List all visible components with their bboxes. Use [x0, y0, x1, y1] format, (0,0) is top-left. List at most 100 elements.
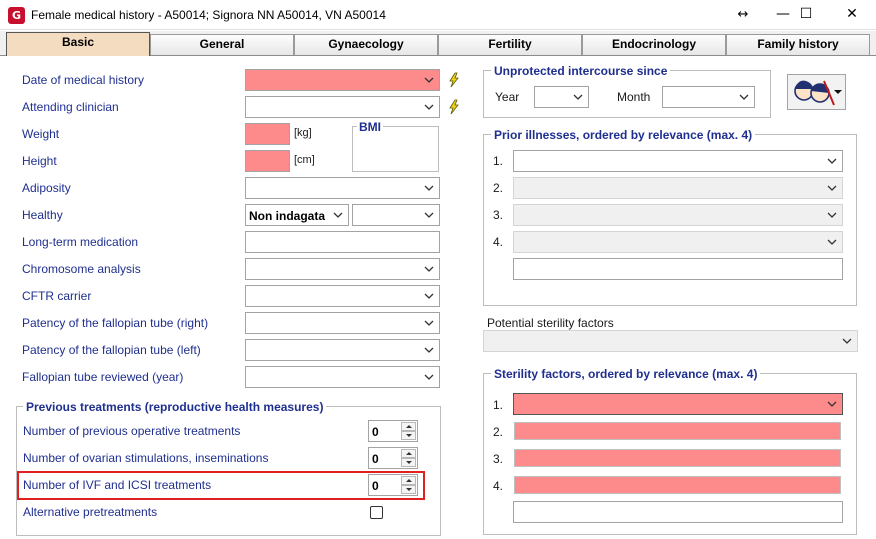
fallopian-reviewed-label: Fallopian tube reviewed (year): [22, 370, 184, 384]
spin-up-icon[interactable]: [401, 422, 416, 431]
close-button[interactable]: ✕: [829, 0, 875, 30]
fallopian-reviewed-select[interactable]: [245, 366, 440, 388]
prior-illness-1-select[interactable]: [513, 150, 843, 172]
potential-sterility-select[interactable]: [483, 330, 858, 352]
spin-down-icon[interactable]: [401, 458, 416, 467]
attending-clinician-select[interactable]: [245, 96, 440, 118]
chevron-down-icon: [571, 90, 585, 104]
prior-illness-number: 2.: [493, 181, 504, 195]
people-icon: [794, 80, 835, 106]
ovarian-stimulations-stepper[interactable]: 0: [368, 447, 418, 469]
height-unit: [cm]: [294, 154, 315, 166]
operative-treatments-stepper[interactable]: 0: [368, 420, 418, 442]
spin-up-icon[interactable]: [401, 449, 416, 458]
cftr-carrier-label: CFTR carrier: [22, 289, 92, 303]
chevron-down-icon: [422, 262, 436, 276]
year-select[interactable]: [534, 86, 589, 108]
chevron-down-icon: [825, 208, 839, 222]
prior-illness-number: 4.: [493, 235, 504, 249]
chromosome-analysis-select[interactable]: [245, 258, 440, 280]
prior-illness-number: 1.: [493, 154, 504, 168]
prior-illness-3-select[interactable]: [513, 204, 843, 226]
prior-illness-4-select[interactable]: [513, 231, 843, 253]
prior-illness-number: 3.: [493, 208, 504, 222]
sterility-factor-number: 4.: [493, 479, 504, 493]
attending-clinician-label: Attending clinician: [22, 100, 119, 114]
adiposity-label: Adiposity: [22, 181, 71, 195]
chevron-down-icon: [422, 73, 436, 87]
alternative-pretreatments-checkbox[interactable]: [370, 506, 383, 519]
chevron-down-icon: [422, 208, 436, 222]
window-title: Female medical history - A50014; Signora…: [31, 8, 386, 22]
family-tool-button[interactable]: [787, 74, 846, 110]
tab-bar: Basic General Gynaecology Fertility Endo…: [0, 31, 876, 56]
date-of-medical-history-label: Date of medical history: [22, 73, 145, 87]
healthy-label: Healthy: [22, 208, 63, 222]
spin-down-icon[interactable]: [401, 485, 416, 494]
tab-basic[interactable]: Basic: [6, 32, 150, 56]
tab-gynaecology[interactable]: Gynaecology: [294, 34, 438, 55]
sterility-factor-1-select[interactable]: [513, 393, 843, 415]
healthy-value: Non indagata: [249, 209, 326, 223]
chevron-down-icon: [422, 289, 436, 303]
chevron-down-icon: [422, 370, 436, 384]
ivf-icsi-label: Number of IVF and ICSI treatments: [23, 478, 212, 492]
app-logo-icon: G: [8, 7, 25, 24]
ovarian-stimulations-label: Number of ovarian stimulations, insemina…: [23, 451, 269, 465]
chevron-down-icon: [825, 154, 839, 168]
date-of-medical-history-field[interactable]: [245, 69, 440, 91]
sterility-factor-4-field[interactable]: [514, 476, 841, 494]
month-select[interactable]: [662, 86, 755, 108]
caret-down-icon[interactable]: [833, 89, 843, 95]
month-label: Month: [617, 90, 651, 104]
sterility-factor-number: 1.: [493, 398, 504, 412]
chevron-down-icon: [422, 316, 436, 330]
ivf-icsi-stepper[interactable]: 0: [368, 474, 418, 496]
tab-family-history[interactable]: Family history: [726, 34, 870, 55]
height-field[interactable]: [245, 150, 290, 172]
adiposity-select[interactable]: [245, 177, 440, 199]
chevron-down-icon: [331, 208, 345, 222]
chevron-down-icon: [825, 235, 839, 249]
tab-endocrinology[interactable]: Endocrinology: [582, 34, 726, 55]
spin-down-icon[interactable]: [401, 431, 416, 440]
flash-icon[interactable]: [446, 72, 462, 88]
operative-treatments-label: Number of previous operative treatments: [23, 424, 241, 438]
sterility-factor-2-field[interactable]: [514, 422, 841, 440]
sterility-factor-notes-field[interactable]: [513, 501, 843, 523]
tab-general[interactable]: General: [150, 34, 294, 55]
weight-unit: [kg]: [294, 127, 312, 139]
cftr-carrier-select[interactable]: [245, 285, 440, 307]
operative-treatments-value: 0: [372, 425, 379, 439]
ivf-icsi-value: 0: [372, 479, 379, 493]
weight-field[interactable]: [245, 123, 290, 145]
flash-icon[interactable]: [446, 99, 462, 115]
long-term-medication-field[interactable]: [245, 231, 440, 253]
chevron-down-icon: [840, 334, 854, 348]
prior-illness-notes-field[interactable]: [513, 258, 843, 280]
year-label: Year: [495, 90, 520, 104]
unprotected-intercourse-title: Unprotected intercourse since: [491, 64, 671, 78]
weight-label: Weight: [22, 127, 60, 141]
chevron-down-icon: [825, 397, 839, 411]
maximize-button[interactable]: ☐: [783, 0, 829, 30]
healthy-select[interactable]: Non indagata: [245, 204, 349, 226]
previous-treatments-title: Previous treatments (reproductive health…: [23, 400, 327, 414]
healthy-detail-select[interactable]: [352, 204, 440, 226]
patency-right-select[interactable]: [245, 312, 440, 334]
height-label: Height: [22, 154, 57, 168]
spin-up-icon[interactable]: [401, 476, 416, 485]
chevron-down-icon: [825, 181, 839, 195]
long-term-medication-label: Long-term medication: [22, 235, 139, 249]
patency-left-select[interactable]: [245, 339, 440, 361]
title-bar: G Female medical history - A50014; Signo…: [0, 0, 876, 30]
sterility-factors-title: Sterility factors, ordered by relevance …: [491, 367, 761, 381]
ovarian-stimulations-value: 0: [372, 452, 379, 466]
prior-illnesses-title: Prior illnesses, ordered by relevance (m…: [491, 128, 756, 142]
prior-illness-2-select[interactable]: [513, 177, 843, 199]
sterility-factor-3-field[interactable]: [514, 449, 841, 467]
alternative-pretreatments-label: Alternative pretreatments: [23, 505, 158, 519]
tab-fertility[interactable]: Fertility: [438, 34, 582, 55]
patency-right-label: Patency of the fallopian tube (right): [22, 316, 209, 330]
sterility-factor-number: 3.: [493, 452, 504, 466]
